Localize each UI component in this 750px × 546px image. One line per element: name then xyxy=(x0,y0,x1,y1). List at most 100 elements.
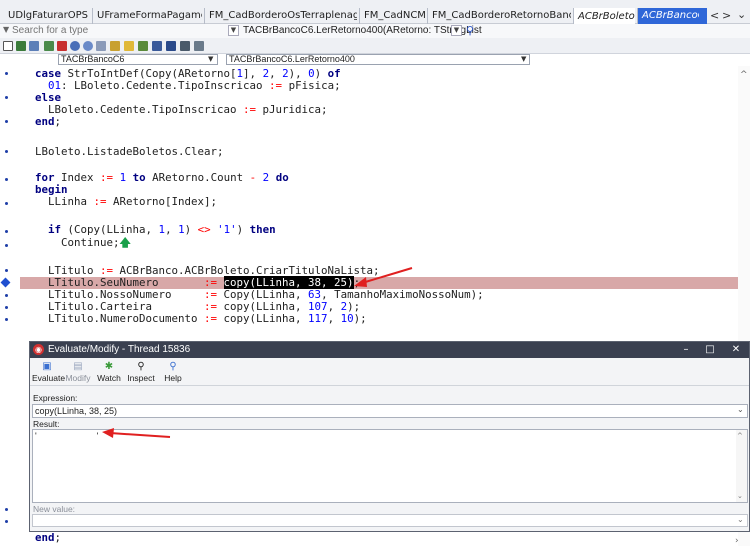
line-marker-dot xyxy=(5,318,8,321)
ide-toolbar xyxy=(0,38,750,54)
stop-icon[interactable] xyxy=(57,41,67,51)
result-memo[interactable]: ' ' xyxy=(32,429,748,503)
scroll-down-icon[interactable]: ⌄ xyxy=(737,492,743,500)
line-marker-dot xyxy=(5,269,8,272)
expression-label: Expression: xyxy=(33,393,78,403)
tab-fm-cadncm[interactable]: FM_CadNCM xyxy=(359,8,425,24)
chevron-down-icon[interactable]: ▼ xyxy=(3,25,9,34)
code-line: LBoleto.Cedente.TipoInscricao := pJuridi… xyxy=(35,103,328,116)
inspect-button[interactable]: ⚲ Inspect xyxy=(126,361,156,385)
code-line: if (Copy(LLinha, 1, 1) <> '1') then xyxy=(48,223,276,236)
chevron-down-icon[interactable]: ⌄ xyxy=(737,405,744,414)
new-file-icon[interactable] xyxy=(3,41,13,51)
run-icon[interactable] xyxy=(44,41,54,51)
tab-fm-cadborderoretornobancario[interactable]: FM_CadBorderoRetornoBancario xyxy=(427,8,571,24)
code-line: 01: LBoleto.Cedente.TipoInscricao := pFi… xyxy=(48,79,341,92)
scroll-up-chevron-icon[interactable]: ^ xyxy=(740,70,748,80)
tab-label: FM_CadNCM xyxy=(364,10,425,21)
chevron-down-icon[interactable]: ▼ xyxy=(521,55,526,63)
tab-next-button[interactable]: > xyxy=(722,8,731,23)
evaluate-toolbar-icon[interactable] xyxy=(138,41,148,51)
help-label: Help xyxy=(164,373,182,383)
watch-button[interactable]: ✱ Watch xyxy=(94,361,124,385)
line-marker-dot xyxy=(5,72,8,75)
tab-fm-cadborderoosterraplenagem[interactable]: FM_CadBorderoOsTerraplenagem xyxy=(204,8,357,24)
unit-method-combo-row: TACBrBancoC6 ▼ TACBrBancoC6.LerRetorno40… xyxy=(0,54,750,66)
method-dropdown-button[interactable]: ▼ xyxy=(228,25,239,36)
method-selector-value[interactable]: TACBrBancoC6.LerRetorno400(ARetorno: TSt… xyxy=(243,24,482,37)
inspect-label: Inspect xyxy=(127,373,155,383)
bookmark-icon[interactable] xyxy=(166,41,176,51)
save-icon[interactable] xyxy=(29,41,39,51)
code-line: end; xyxy=(35,115,62,128)
step-over-icon[interactable] xyxy=(70,41,80,51)
run-to-cursor-icon[interactable] xyxy=(96,41,106,51)
breakpoint-icon[interactable] xyxy=(110,41,120,51)
line-marker-dot xyxy=(5,520,8,523)
line-marker-dot xyxy=(5,120,8,123)
modify-button[interactable]: ▤ Modify xyxy=(63,361,93,385)
delphi-app-icon: ◉ xyxy=(33,344,44,355)
new-value-combo[interactable] xyxy=(32,514,748,527)
evaluate-modify-dialog: ◉ Evaluate/Modify - Thread 15836 – □ ✕ ▣… xyxy=(29,341,750,532)
scroll-down-chevron-icon[interactable]: › xyxy=(735,536,739,546)
tab-label: ACBrBoleto xyxy=(578,11,635,22)
method-selector-dropdown[interactable]: ▼ xyxy=(451,25,462,36)
tab-label: ACBrBancoC6 xyxy=(642,10,699,21)
type-search-input[interactable] xyxy=(12,24,192,37)
tab-acbrbancoc6[interactable]: ACBrBancoC6 xyxy=(637,8,699,24)
tab-list-chevron-down-icon[interactable]: ⌄ xyxy=(737,7,746,22)
tab-label: UDlgFaturarOPS xyxy=(8,10,88,21)
modify-label: Modify xyxy=(65,373,91,383)
trace-into-icon[interactable] xyxy=(83,41,93,51)
line-marker-dot xyxy=(5,244,8,247)
result-label: Result: xyxy=(33,419,60,429)
inspect-toolbar-icon[interactable] xyxy=(152,41,162,51)
tab-uframeformapagamento[interactable]: UFrameFormaPagamento xyxy=(92,8,202,24)
line-marker-dot xyxy=(5,306,8,309)
tab-close-icon[interactable] xyxy=(699,8,707,24)
open-icon[interactable] xyxy=(16,41,26,51)
line-marker-dot xyxy=(5,150,8,153)
code-line: for Index := 1 to ARetorno.Count - 2 do xyxy=(35,171,289,184)
chevron-down-icon[interactable]: ⌄ xyxy=(737,515,744,524)
options-icon[interactable] xyxy=(194,41,204,51)
unit-class-combo[interactable]: TACBrBancoC6 xyxy=(58,54,218,65)
tab-prev-button[interactable]: < xyxy=(710,8,719,23)
tab-label: FM_CadBorderoOsTerraplenagem xyxy=(209,10,357,21)
tab-label: UFrameFormaPagamento xyxy=(97,10,202,21)
dialog-toolbar: ▣ Evaluate ▤ Modify ✱ Watch ⚲ Inspect ⚲ … xyxy=(30,358,749,386)
line-marker-dot xyxy=(5,178,8,181)
editor-gutter[interactable] xyxy=(0,66,20,546)
method-combo[interactable]: TACBrBancoC6.LerRetorno400 xyxy=(226,54,530,65)
code-line: end; xyxy=(35,531,62,544)
tab-acbrboleto[interactable]: ACBrBoleto ● xyxy=(573,8,635,24)
method-value: TACBrBancoC6.LerRetorno400 xyxy=(229,54,355,64)
tools-icon[interactable] xyxy=(180,41,190,51)
line-marker-dot xyxy=(5,508,8,511)
search-row: ▼ ▼ TACBrBancoC6.LerRetorno400(ARetorno:… xyxy=(0,24,750,38)
new-value-label: New value: xyxy=(33,504,76,514)
line-marker-dot xyxy=(5,230,8,233)
help-button[interactable]: ⚲ Help xyxy=(158,361,188,385)
search-icon[interactable]: ⚲ xyxy=(466,24,474,37)
chevron-down-icon[interactable]: ▼ xyxy=(208,55,213,63)
code-line: Continue;🡅 xyxy=(35,236,131,249)
evaluate-icon: ▣ xyxy=(42,361,52,372)
dialog-titlebar[interactable]: ◉ Evaluate/Modify - Thread 15836 – □ ✕ xyxy=(30,342,749,358)
watch-toolbar-icon[interactable] xyxy=(124,41,134,51)
editor-tab-bar: UDlgFaturarOPS UFrameFormaPagamento FM_C… xyxy=(0,0,750,24)
help-icon: ⚲ xyxy=(169,361,177,372)
code-line: LTitulo.NumeroDocumento := copy(LLinha, … xyxy=(35,312,367,325)
tab-udlgfaturarops[interactable]: UDlgFaturarOPS xyxy=(4,8,90,24)
scroll-up-icon[interactable]: ^ xyxy=(737,432,743,440)
execution-point-icon xyxy=(0,277,11,288)
tab-label: FM_CadBorderoRetornoBancario xyxy=(432,10,571,21)
modify-icon: ▤ xyxy=(73,361,83,372)
minimize-icon[interactable]: – xyxy=(678,343,694,357)
expression-combo[interactable]: copy(LLinha, 38, 25) xyxy=(32,404,748,418)
close-icon[interactable]: ✕ xyxy=(728,343,744,357)
evaluate-button[interactable]: ▣ Evaluate xyxy=(32,361,65,385)
maximize-icon[interactable]: □ xyxy=(702,343,718,357)
code-line: LLinha := ARetorno[Index]; xyxy=(35,195,218,208)
